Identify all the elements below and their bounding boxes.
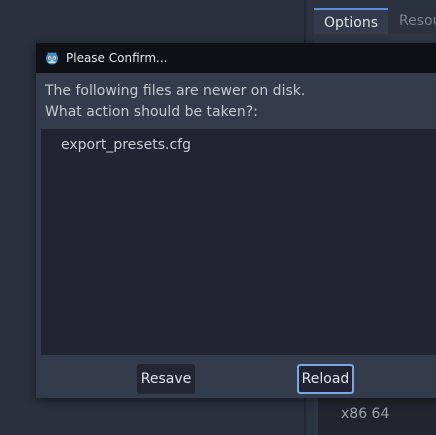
- dialog-message: The following files are newer on disk. W…: [45, 81, 305, 123]
- dialog-titlebar[interactable]: Please Confirm...: [36, 43, 436, 73]
- tab-resources[interactable]: Resou: [389, 8, 436, 34]
- architecture-list-item[interactable]: x86 64: [341, 406, 389, 422]
- file-list-item[interactable]: export_presets.cfg: [61, 137, 191, 153]
- message-line-2: What action should be taken?:: [45, 104, 258, 120]
- godot-logo-icon: [46, 52, 58, 65]
- confirm-dialog: Please Confirm... The following files ar…: [36, 43, 436, 398]
- tab-options[interactable]: Options: [314, 8, 388, 34]
- message-line-1: The following files are newer on disk.: [45, 83, 306, 99]
- reload-button[interactable]: Reload: [297, 364, 354, 394]
- changed-files-list: export_presets.cfg: [41, 129, 436, 355]
- resave-button[interactable]: Resave: [137, 364, 195, 394]
- dialog-title: Please Confirm...: [66, 51, 168, 65]
